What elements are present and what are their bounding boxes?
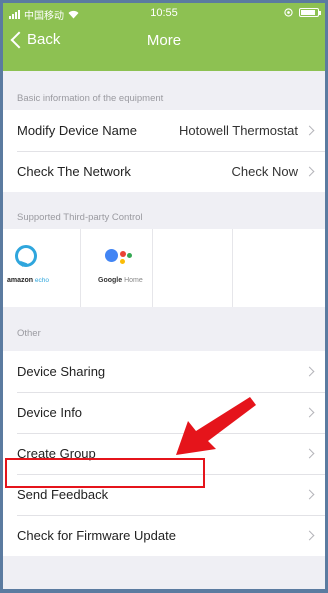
check-now-value: Check Now — [231, 164, 298, 179]
basic-info-group: Modify Device Name Hotowell Thermostat C… — [3, 110, 325, 192]
device-info-row[interactable]: Device Info — [3, 392, 325, 433]
nav-bar: Back More — [3, 23, 325, 63]
chevron-right-icon — [304, 489, 315, 500]
create-group-row[interactable]: Create Group — [3, 433, 325, 474]
status-right — [284, 8, 321, 17]
send-feedback-row[interactable]: Send Feedback — [3, 474, 325, 515]
google-home-caption: Google Home — [81, 277, 152, 284]
app-header: 中国移动 10:55 Back More — [3, 3, 325, 71]
row-label: Device Info — [17, 405, 83, 420]
amazon-echo-tile[interactable]: amazon echo — [3, 229, 81, 307]
check-network-row[interactable]: Check The Network Check Now — [3, 151, 325, 192]
row-label: Check for Firmware Update — [17, 528, 176, 543]
third-party-grid: amazon echo Google Home — [3, 229, 325, 307]
chevron-right-icon — [304, 407, 315, 418]
status-time: 10:55 — [150, 7, 178, 19]
google-home-icon — [105, 247, 133, 269]
page-title: More — [146, 32, 182, 49]
row-label: Send Feedback — [17, 487, 109, 502]
section-header-other: Other — [17, 328, 41, 339]
screenshot-frame: 中国移动 10:55 Back More Basic information o… — [0, 0, 328, 593]
row-label: Device Sharing — [17, 364, 106, 379]
status-bar: 中国移动 10:55 — [3, 3, 325, 23]
row-label: Check The Network — [17, 164, 131, 179]
amazon-brand: amazon — [7, 277, 34, 284]
amazon-echo-caption: amazon echo — [3, 277, 80, 284]
chevron-right-icon — [304, 448, 315, 459]
empty-tile — [153, 229, 233, 307]
device-name-value: Hotowell Thermostat — [179, 123, 298, 138]
row-label: Create Group — [17, 446, 96, 461]
empty-tile — [233, 229, 325, 307]
device-sharing-row[interactable]: Device Sharing — [3, 351, 325, 392]
chevron-right-icon — [304, 530, 315, 541]
location-icon — [284, 8, 293, 17]
chevron-right-icon — [304, 125, 315, 136]
home-product: Home — [124, 277, 143, 284]
chevron-right-icon — [304, 166, 315, 177]
battery-icon — [299, 8, 321, 17]
google-brand: Google — [98, 277, 123, 284]
other-group: Device Sharing Device Info Create Group … — [3, 351, 325, 556]
phone-screen: 中国移动 10:55 Back More Basic information o… — [3, 3, 325, 589]
section-header-basic-info: Basic information of the equipment — [17, 93, 164, 104]
firmware-update-row[interactable]: Check for Firmware Update — [3, 515, 325, 556]
chevron-right-icon — [304, 366, 315, 377]
modify-device-name-row[interactable]: Modify Device Name Hotowell Thermostat — [3, 110, 325, 151]
google-home-tile[interactable]: Google Home — [81, 229, 153, 307]
echo-product: echo — [34, 277, 49, 284]
row-label: Modify Device Name — [17, 123, 137, 138]
section-header-third-party: Supported Third-party Control — [17, 212, 143, 223]
